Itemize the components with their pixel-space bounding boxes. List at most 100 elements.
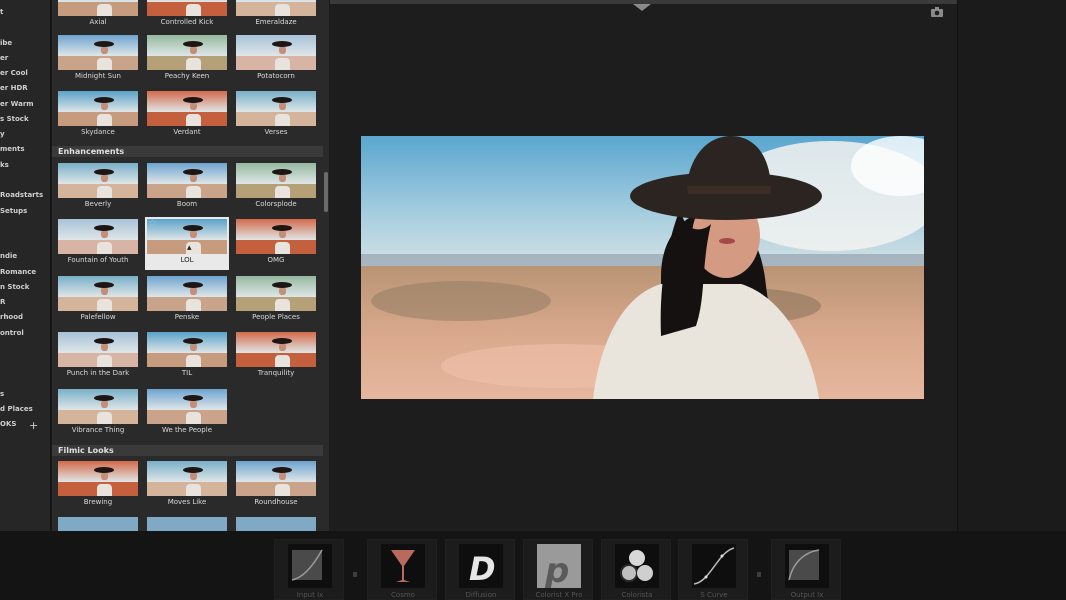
look-thumbnail[interactable]: Midnight Sun (56, 33, 140, 86)
collapse-arrow-icon[interactable] (633, 4, 651, 11)
look-thumbnail[interactable]: Punch in the Dark (56, 330, 140, 383)
cocktail-glass-icon (381, 544, 425, 588)
look-thumbnail[interactable]: Boom (145, 161, 229, 214)
tool-output-lut[interactable]: Output Ix (771, 539, 841, 600)
look-preview-image (147, 389, 227, 424)
color-wheels-icon (615, 544, 659, 588)
look-thumbnail[interactable]: Verdant (145, 89, 229, 142)
look-preview-image (58, 35, 138, 70)
look-thumbnail[interactable] (234, 515, 318, 531)
category-item[interactable]: Setups (0, 207, 27, 215)
category-item[interactable]: s Stock (0, 115, 29, 123)
look-thumbnail[interactable] (56, 515, 140, 531)
look-thumbnail[interactable]: Fountain of Youth (56, 217, 140, 270)
look-thumbnail[interactable]: Beverly (56, 161, 140, 214)
category-item[interactable]: er HDR (0, 84, 28, 92)
look-thumbnail[interactable]: We the People (145, 387, 229, 440)
tool-cosmo[interactable]: Cosmo (367, 539, 437, 600)
look-preview-image (147, 35, 227, 70)
browser-scrollbar[interactable] (324, 172, 328, 212)
look-thumbnail[interactable]: Axial (56, 0, 140, 32)
tool-s-curve[interactable]: S Curve (678, 539, 748, 600)
category-item[interactable]: ontrol (0, 329, 24, 337)
look-thumbnail[interactable]: Tranquility (234, 330, 318, 383)
category-item[interactable]: ndie (0, 252, 17, 260)
look-preview-image (236, 276, 316, 311)
colorist-logo-icon: p (537, 544, 581, 588)
look-thumbnail[interactable]: Verses (234, 89, 318, 142)
look-label: Punch in the Dark (66, 369, 130, 377)
category-item[interactable]: ks (0, 161, 9, 169)
mouse-cursor-icon: ▴ (187, 243, 192, 253)
s-curve-icon (692, 544, 736, 588)
category-item[interactable]: OKS (0, 420, 16, 428)
curve-icon (785, 544, 829, 588)
category-item[interactable]: s (0, 390, 4, 398)
category-item[interactable]: Roadstarts (0, 191, 43, 199)
look-preview-image (236, 219, 316, 254)
look-preview-image (58, 389, 138, 424)
svg-text:p: p (544, 551, 569, 588)
look-label: Vibrance Thing (71, 426, 125, 434)
look-thumbnail[interactable]: Roundhouse (234, 459, 318, 512)
tool-colorista[interactable]: Colorista (601, 539, 671, 600)
look-preview-image (236, 35, 316, 70)
look-label: Fountain of Youth (67, 256, 129, 264)
svg-text:D: D (469, 550, 496, 588)
category-item[interactable]: er (0, 54, 8, 62)
look-preview-image (147, 0, 227, 16)
look-thumbnail[interactable]: LOL ☆ ▴ (145, 217, 229, 270)
look-preview-image (236, 517, 316, 531)
preview-image (361, 136, 924, 399)
category-item[interactable]: er Warm (0, 100, 34, 108)
look-preview-image (58, 91, 138, 126)
look-preview-image (147, 276, 227, 311)
look-preview-image (236, 0, 316, 16)
tool-diffusion[interactable]: D Diffusion (445, 539, 515, 600)
category-item[interactable]: ments (0, 145, 25, 153)
tool-colorist[interactable]: p Colorist X Pro (523, 539, 593, 600)
category-item[interactable]: d Places (0, 405, 33, 413)
look-thumbnail[interactable]: Palefellow (56, 274, 140, 327)
look-label: LOL (180, 256, 194, 264)
category-item[interactable]: y (0, 130, 5, 138)
category-item[interactable]: ibe (0, 39, 12, 47)
look-preview-image (147, 517, 227, 531)
category-item[interactable]: rhood (0, 313, 23, 321)
category-item[interactable]: t (0, 8, 3, 16)
camera-icon[interactable] (931, 7, 943, 17)
look-thumbnail[interactable]: Brewing (56, 459, 140, 512)
look-thumbnail[interactable]: Penske (145, 274, 229, 327)
look-thumbnail[interactable]: Controlled Kick (145, 0, 229, 32)
look-thumbnail[interactable]: Vibrance Thing (56, 387, 140, 440)
look-thumbnail[interactable]: Peachy Keen (145, 33, 229, 86)
look-label: Peachy Keen (164, 72, 210, 80)
tool-input-lut[interactable]: Input Ix (274, 539, 344, 600)
curve-icon (288, 544, 332, 588)
look-thumbnail[interactable]: TIL (145, 330, 229, 383)
look-thumbnail[interactable]: People Places (234, 274, 318, 327)
look-label: We the People (161, 426, 212, 434)
favorite-star-icon[interactable]: ☆ (148, 218, 157, 229)
category-item[interactable]: Romance (0, 268, 36, 276)
look-label: People Places (252, 313, 300, 321)
stack-separator (353, 572, 357, 577)
look-preview-image (58, 163, 138, 198)
section-header-filmic-looks[interactable]: Filmic Looks (52, 445, 323, 456)
look-preview-image (58, 276, 138, 311)
look-label: Penske (174, 313, 200, 321)
look-thumbnail[interactable]: Skydance (56, 89, 140, 142)
look-thumbnail[interactable]: Moves Like (145, 459, 229, 512)
category-item[interactable]: er Cool (0, 69, 28, 77)
right-panel (957, 0, 1066, 531)
look-thumbnail[interactable]: Emeraldaze (234, 0, 318, 32)
look-preview-image (58, 332, 138, 367)
look-thumbnail[interactable]: Potatocorn (234, 33, 318, 86)
section-header-enhancements[interactable]: Enhancements (52, 146, 323, 157)
look-thumbnail[interactable]: OMG (234, 217, 318, 270)
look-thumbnail[interactable]: Colorsplode (234, 161, 318, 214)
add-collection-plus-icon[interactable]: + (29, 419, 38, 432)
look-thumbnail[interactable] (145, 515, 229, 531)
category-item[interactable]: n Stock (0, 283, 29, 291)
category-item[interactable]: R (0, 298, 5, 306)
